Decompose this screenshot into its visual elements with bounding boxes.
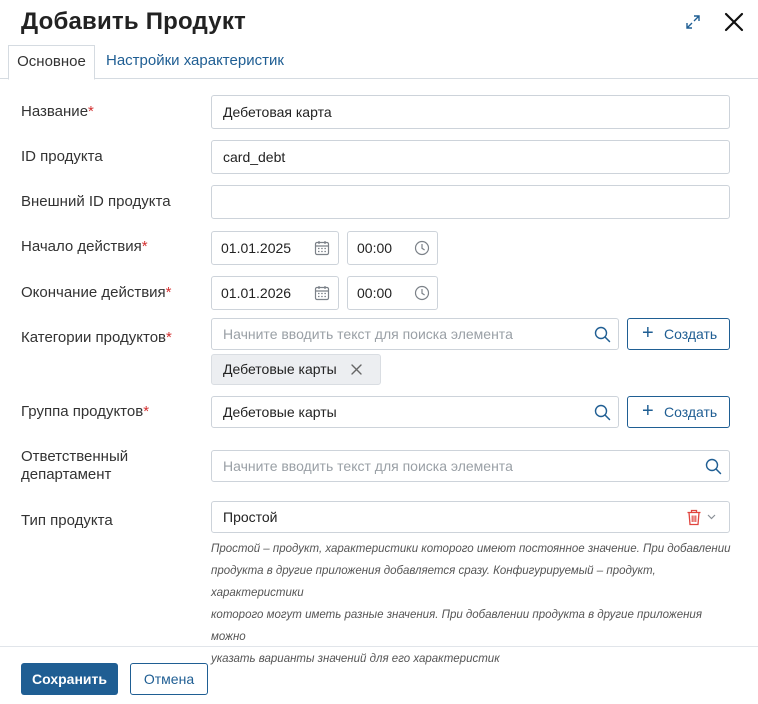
dialog-title: Добавить Продукт <box>21 8 247 35</box>
start-date-value: 01.01.2025 <box>221 240 292 256</box>
end-date-input[interactable]: 01.01.2026 <box>211 276 339 310</box>
end-time-input[interactable]: 00:00 <box>347 276 438 310</box>
search-icon[interactable] <box>705 458 722 475</box>
start-time-value: 00:00 <box>357 240 393 256</box>
clock-icon[interactable] <box>414 240 430 256</box>
external-id-label: Внешний ID продукта <box>21 193 171 210</box>
required-marker: * <box>165 284 172 301</box>
categories-label: Категории продуктов* <box>21 329 172 346</box>
trash-icon[interactable] <box>686 509 702 526</box>
search-icon[interactable] <box>594 404 611 421</box>
department-search-input[interactable]: Начните вводить текст для поиска элемент… <box>211 450 730 482</box>
external-id-input[interactable] <box>211 185 730 219</box>
required-marker: * <box>143 403 150 420</box>
expand-icon[interactable] <box>685 14 701 30</box>
categories-search-input[interactable]: Начните вводить текст для поиска элемент… <box>211 318 619 350</box>
plus-icon: + <box>642 400 654 422</box>
category-chip-label: Дебетовые карты <box>223 361 337 377</box>
calendar-icon[interactable] <box>314 240 330 256</box>
start-label: Начало действия* <box>21 238 148 255</box>
product-type-label: Тип продукта <box>21 512 113 529</box>
footer-divider <box>0 646 758 647</box>
search-icon[interactable] <box>594 326 611 343</box>
plus-icon: + <box>642 322 654 344</box>
end-time-value: 00:00 <box>357 285 393 301</box>
categories-placeholder: Начните вводить текст для поиска элемент… <box>223 326 513 342</box>
start-date-input[interactable]: 01.01.2025 <box>211 231 339 265</box>
name-label: Название* <box>21 103 94 120</box>
cancel-button[interactable]: Отмена <box>130 663 208 695</box>
clock-icon[interactable] <box>414 285 430 301</box>
calendar-icon[interactable] <box>314 285 330 301</box>
tab-bar: Основное Настройки характеристик <box>0 45 758 80</box>
product-type-select[interactable]: Простой <box>211 501 730 533</box>
close-icon[interactable] <box>723 11 745 33</box>
name-input[interactable]: Дебетовая карта <box>211 95 730 129</box>
product-type-hint: Простой – продукт, характеристики которо… <box>211 543 731 665</box>
required-marker: * <box>166 329 172 346</box>
product-type-value: Простой <box>223 509 278 525</box>
tab-characteristics-settings[interactable]: Настройки характеристик <box>96 45 294 79</box>
tab-main[interactable]: Основное <box>8 45 95 80</box>
department-placeholder: Начните вводить текст для поиска элемент… <box>223 458 513 474</box>
group-label: Группа продуктов* <box>21 403 150 420</box>
product-id-input[interactable]: card_debt <box>211 140 730 174</box>
create-group-button[interactable]: + Создать <box>627 396 730 428</box>
create-category-label: Создать <box>664 326 718 342</box>
required-marker: * <box>88 103 94 120</box>
create-group-label: Создать <box>664 404 718 420</box>
group-input[interactable]: Дебетовые карты <box>211 396 619 428</box>
save-button[interactable]: Сохранить <box>21 663 118 695</box>
chevron-down-icon[interactable] <box>707 514 716 520</box>
chip-remove-icon[interactable] <box>350 363 363 376</box>
product-id-label: ID продукта <box>21 148 103 165</box>
end-date-value: 01.01.2026 <box>221 285 292 301</box>
create-category-button[interactable]: + Создать <box>627 318 730 350</box>
category-chip: Дебетовые карты <box>211 354 381 385</box>
start-time-input[interactable]: 00:00 <box>347 231 438 265</box>
required-marker: * <box>141 238 148 255</box>
end-label: Окончание действия* <box>21 284 172 301</box>
group-value: Дебетовые карты <box>223 404 337 420</box>
department-label: Ответственный департамент <box>21 448 129 483</box>
